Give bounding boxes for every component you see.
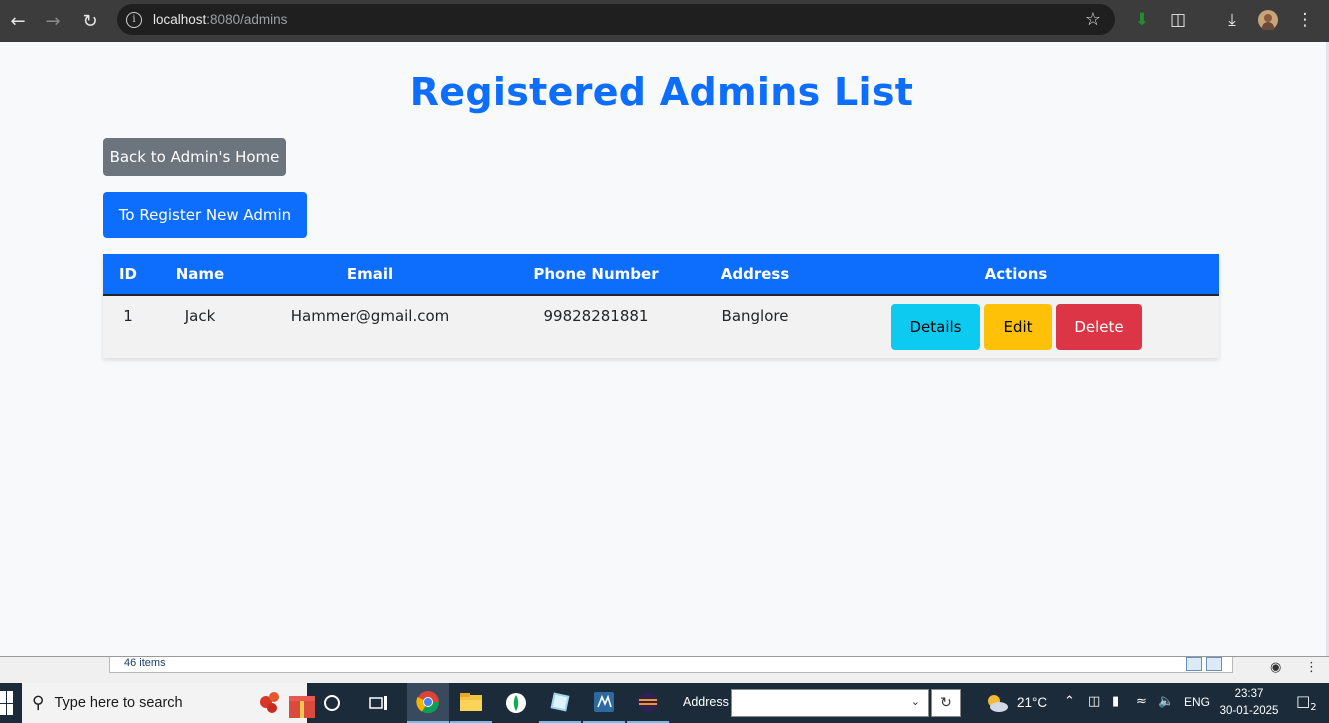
search-icon: ⚲: [32, 693, 45, 713]
temperature[interactable]: 21°C: [1017, 695, 1047, 710]
browser-toolbar: ← → ↻ i localhost:8080/admins ☆ ⬇ ◫ ⤓ ⋮: [0, 0, 1329, 42]
clock[interactable]: 23:37 30-01-2025: [1218, 686, 1280, 720]
admins-table: ID Name Email Phone Number Address Actio…: [103, 254, 1219, 358]
reload-icon[interactable]: ↻: [75, 6, 105, 36]
more-icon[interactable]: ⋮: [1305, 660, 1318, 675]
clock-date: 30-01-2025: [1219, 705, 1279, 717]
taskbar-search[interactable]: ⚲ Type here to search: [22, 683, 315, 723]
header-id: ID: [118, 265, 138, 283]
register-new-admin-button[interactable]: To Register New Admin: [103, 192, 307, 238]
taskbar: ⚲ Type here to search Address ⌄ ↻ 21°C ⌃…: [0, 683, 1329, 723]
back-to-home-button[interactable]: Back to Admin's Home: [103, 138, 286, 176]
downloads-icon[interactable]: ⤓: [1220, 7, 1244, 33]
cell-phone: 99828281881: [543, 307, 649, 325]
url-text[interactable]: localhost:8080/admins: [153, 12, 287, 27]
back-arrow-icon[interactable]: ←: [3, 6, 33, 36]
forward-arrow-icon[interactable]: →: [38, 6, 68, 36]
cell-address: Banglore: [721, 307, 789, 325]
site-info-icon[interactable]: i: [126, 11, 142, 28]
copilot-icon[interactable]: ◉: [1270, 660, 1281, 675]
wifi-icon[interactable]: ≈: [1136, 694, 1147, 709]
header-email: Email: [346, 265, 394, 283]
task-view-icon[interactable]: [358, 683, 400, 723]
items-count: 46 items: [124, 657, 166, 669]
cell-name: Jack: [184, 307, 216, 325]
mongodb-icon[interactable]: [495, 683, 537, 723]
view-toggle[interactable]: [1186, 657, 1222, 671]
page-title: Registered Admins List: [409, 70, 914, 114]
details-button[interactable]: Details: [891, 304, 980, 350]
url-host: localhost: [153, 12, 207, 27]
task-view-cortana-icon[interactable]: [311, 683, 353, 723]
profile-avatar-icon[interactable]: [1256, 7, 1280, 33]
url-path: :8080/admins: [206, 12, 288, 27]
bookmark-star-icon[interactable]: ☆: [1085, 9, 1101, 30]
clock-time: 23:37: [1234, 688, 1264, 700]
address-toolbar-input[interactable]: ⌄: [731, 689, 929, 717]
address-bar[interactable]: i localhost:8080/admins ☆: [117, 4, 1115, 35]
file-explorer-icon[interactable]: [450, 683, 492, 723]
start-windows-icon[interactable]: [0, 691, 16, 715]
extensions-puzzle-icon[interactable]: ◫: [1166, 7, 1190, 33]
explorer-status-bar: 46 items: [109, 657, 1233, 673]
chevron-up-icon[interactable]: ⌃: [1064, 694, 1075, 709]
language-indicator[interactable]: ENG: [1184, 695, 1210, 709]
gift-flowers-icon: [260, 692, 315, 718]
table-header: ID Name Email Phone Number Address Actio…: [103, 254, 1219, 296]
search-placeholder: Type here to search: [54, 695, 183, 711]
notes-app-icon[interactable]: [539, 683, 581, 723]
address-go-icon[interactable]: ↻: [931, 689, 961, 717]
header-actions: Actions: [984, 265, 1048, 283]
cell-email: Hammer@gmail.com: [290, 307, 450, 325]
header-name: Name: [175, 265, 225, 283]
notification-center-icon[interactable]: □2: [1296, 692, 1317, 713]
chrome-taskbar-icon[interactable]: [407, 683, 449, 723]
weather-icon[interactable]: [980, 683, 1014, 723]
edit-button[interactable]: Edit: [984, 304, 1052, 350]
preview-view-icon[interactable]: [1206, 657, 1222, 671]
address-toolbar-label: Address: [683, 695, 729, 709]
header-address: Address: [720, 265, 790, 283]
details-view-icon[interactable]: [1186, 657, 1202, 671]
eclipse-icon[interactable]: [627, 683, 669, 723]
delete-button[interactable]: Delete: [1056, 304, 1142, 350]
volume-icon[interactable]: 🔈: [1158, 694, 1174, 709]
explorer-window-strip: 46 items ◉ ⋮: [0, 656, 1329, 683]
mysql-workbench-icon[interactable]: [583, 683, 625, 723]
menu-kebab-icon[interactable]: ⋮: [1293, 7, 1317, 33]
header-phone: Phone Number: [533, 265, 659, 283]
notification-count: 2: [1310, 702, 1317, 713]
extension-download-icon[interactable]: ⬇: [1130, 7, 1154, 33]
cell-id: 1: [123, 307, 133, 325]
meet-now-icon[interactable]: ◫: [1088, 694, 1100, 709]
battery-icon[interactable]: ▮: [1112, 694, 1119, 709]
page-content: Registered Admins List Back to Admin's H…: [0, 42, 1329, 656]
chevron-down-icon[interactable]: ⌄: [911, 695, 920, 708]
